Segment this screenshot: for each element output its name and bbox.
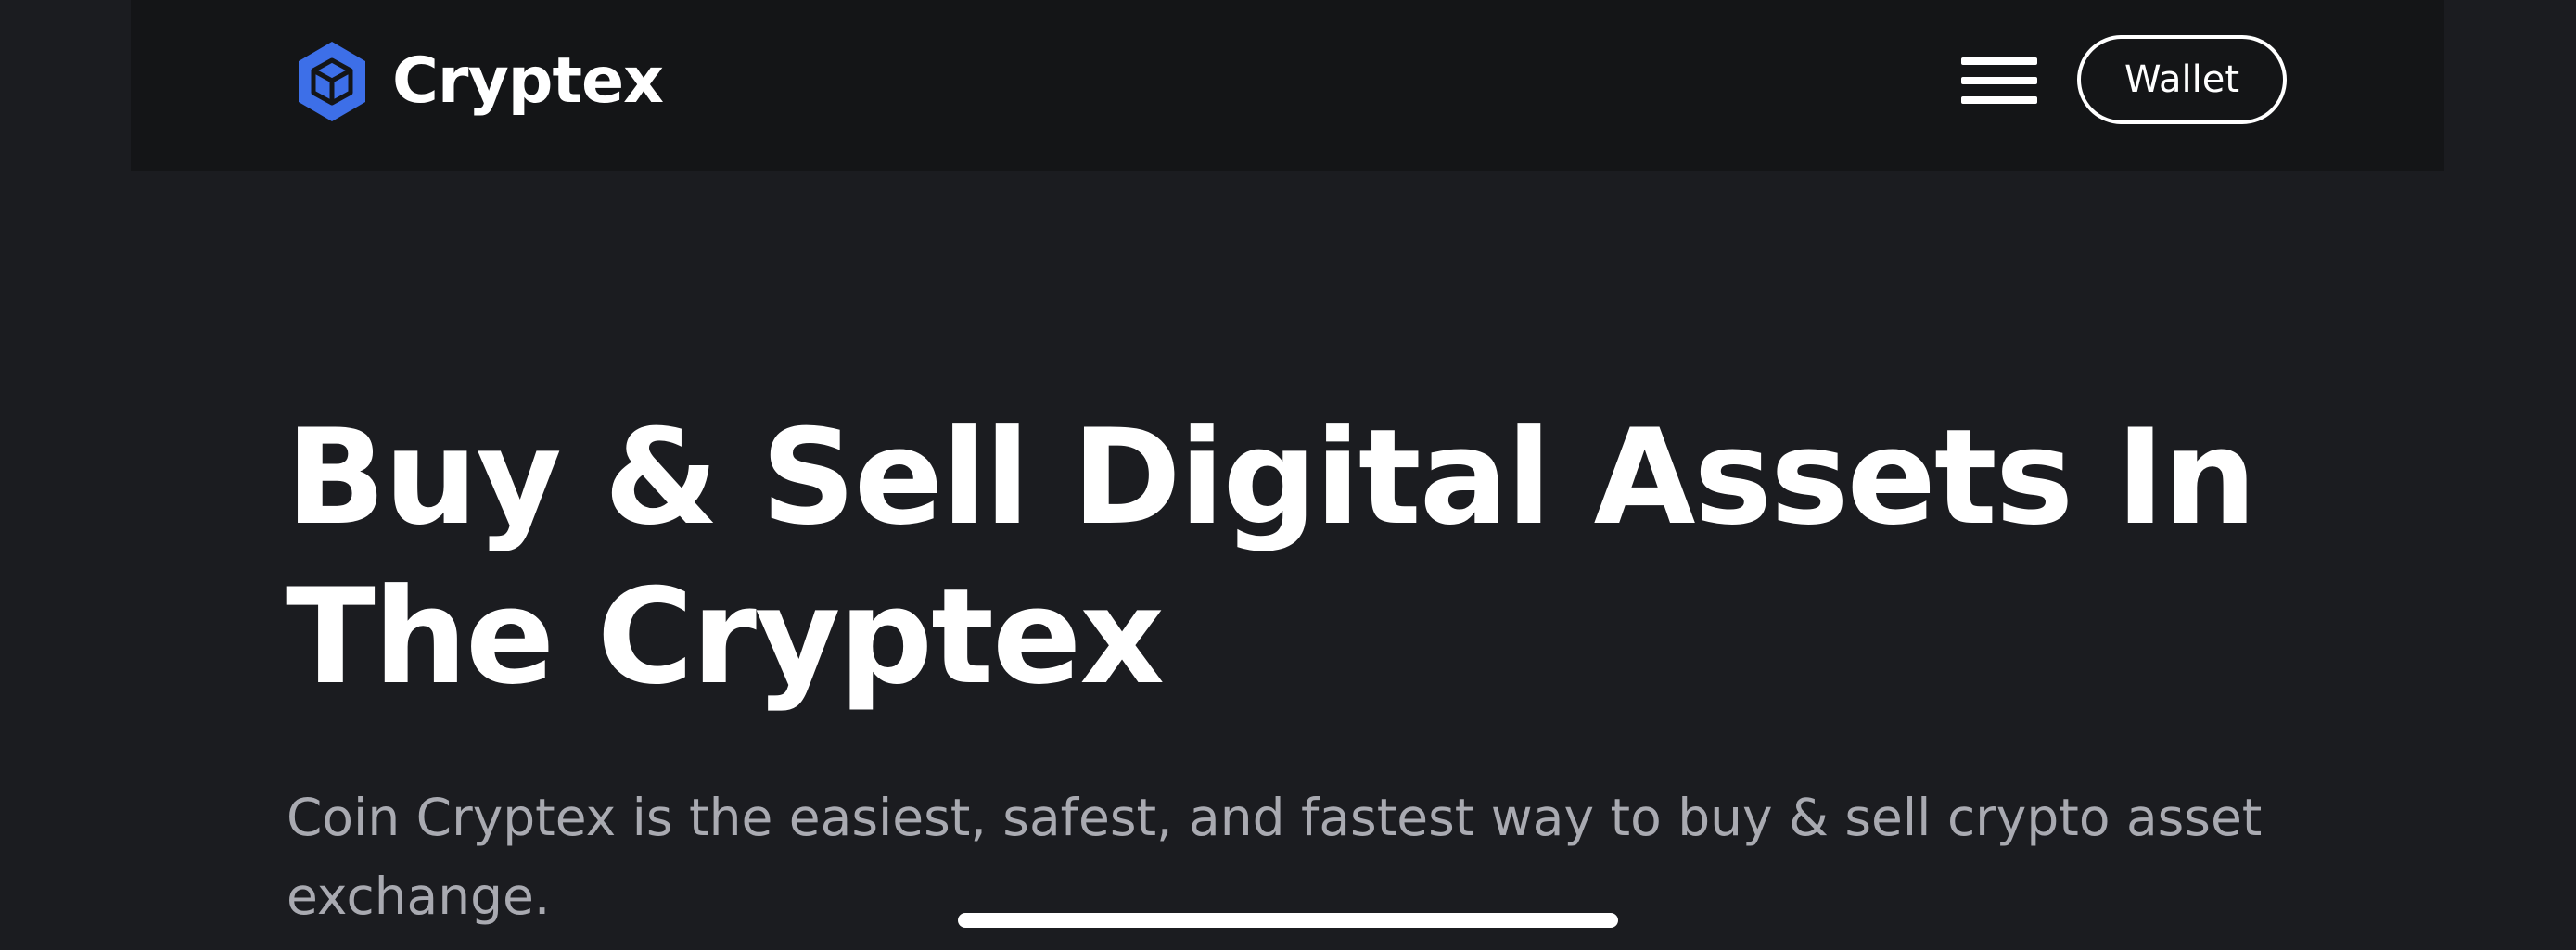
- menu-bar: [1961, 96, 2037, 104]
- logo[interactable]: Cryptex: [295, 40, 664, 123]
- hamburger-menu-icon[interactable]: [1961, 54, 2037, 108]
- cube-hexagon-icon: [299, 42, 365, 121]
- home-indicator[interactable]: [958, 913, 1618, 928]
- menu-bar: [1961, 57, 2037, 65]
- menu-bar: [1961, 77, 2037, 84]
- hero-title: Buy & Sell Digital Assets In The Cryptex: [286, 401, 2257, 714]
- brand-name: Cryptex: [392, 44, 664, 118]
- wallet-button[interactable]: Wallet: [2077, 35, 2287, 124]
